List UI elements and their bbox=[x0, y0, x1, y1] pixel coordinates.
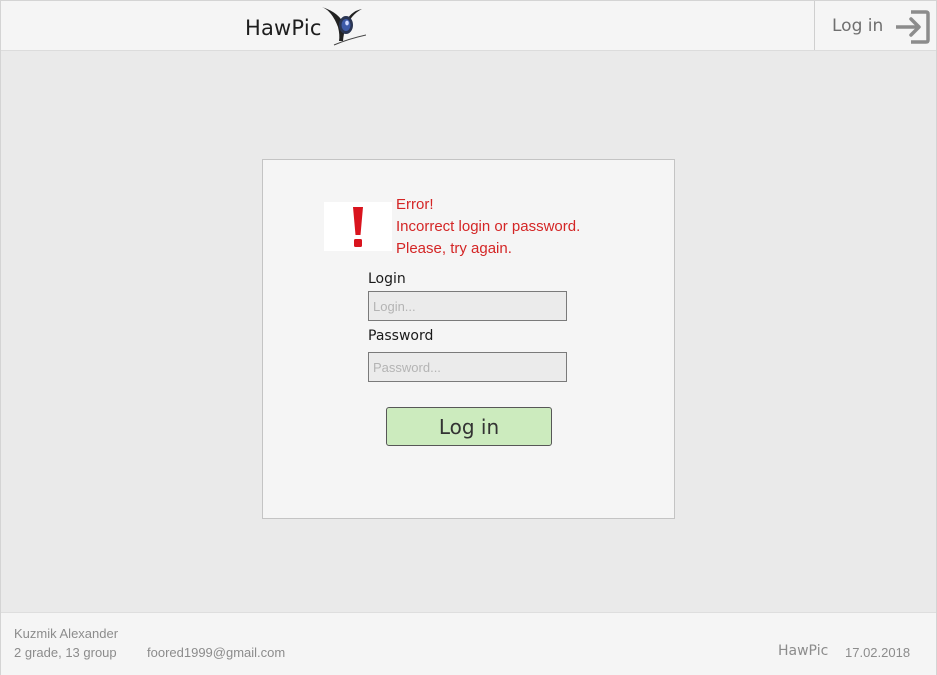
footer-date: 17.02.2018 bbox=[845, 645, 911, 660]
footer-email[interactable]: foored1999@gmail.com bbox=[147, 645, 285, 660]
login-label: Login bbox=[368, 271, 406, 287]
password-label: Password bbox=[368, 328, 434, 344]
footer-group: 2 grade, 13 group bbox=[14, 645, 117, 660]
header-login-button[interactable]: Log in bbox=[814, 1, 937, 50]
password-input[interactable] bbox=[368, 352, 567, 382]
header-login-label: Log in bbox=[832, 15, 884, 36]
error-line-2: Please, try again. bbox=[396, 240, 512, 257]
footer-brand: HawPic bbox=[778, 643, 829, 659]
camera-lens-logo-icon bbox=[320, 1, 366, 52]
brand-name: HawPic bbox=[245, 16, 322, 40]
page-footer: Kuzmik Alexander 2 grade, 13 group foore… bbox=[1, 612, 936, 675]
login-card: Error! Incorrect login or password. Plea… bbox=[262, 159, 675, 519]
error-title: Error! bbox=[396, 196, 434, 213]
exclamation-icon bbox=[324, 202, 392, 251]
brand-logo[interactable]: HawPic bbox=[245, 6, 366, 49]
sign-in-arrow-icon bbox=[893, 9, 931, 50]
footer-author: Kuzmik Alexander bbox=[14, 626, 119, 641]
top-header: HawPic Log in bbox=[1, 1, 936, 51]
login-input[interactable] bbox=[368, 291, 567, 321]
error-message: Error! Incorrect login or password. Plea… bbox=[396, 194, 580, 260]
login-submit-button[interactable]: Log in bbox=[386, 407, 552, 446]
error-line-1: Incorrect login or password. bbox=[396, 218, 581, 235]
